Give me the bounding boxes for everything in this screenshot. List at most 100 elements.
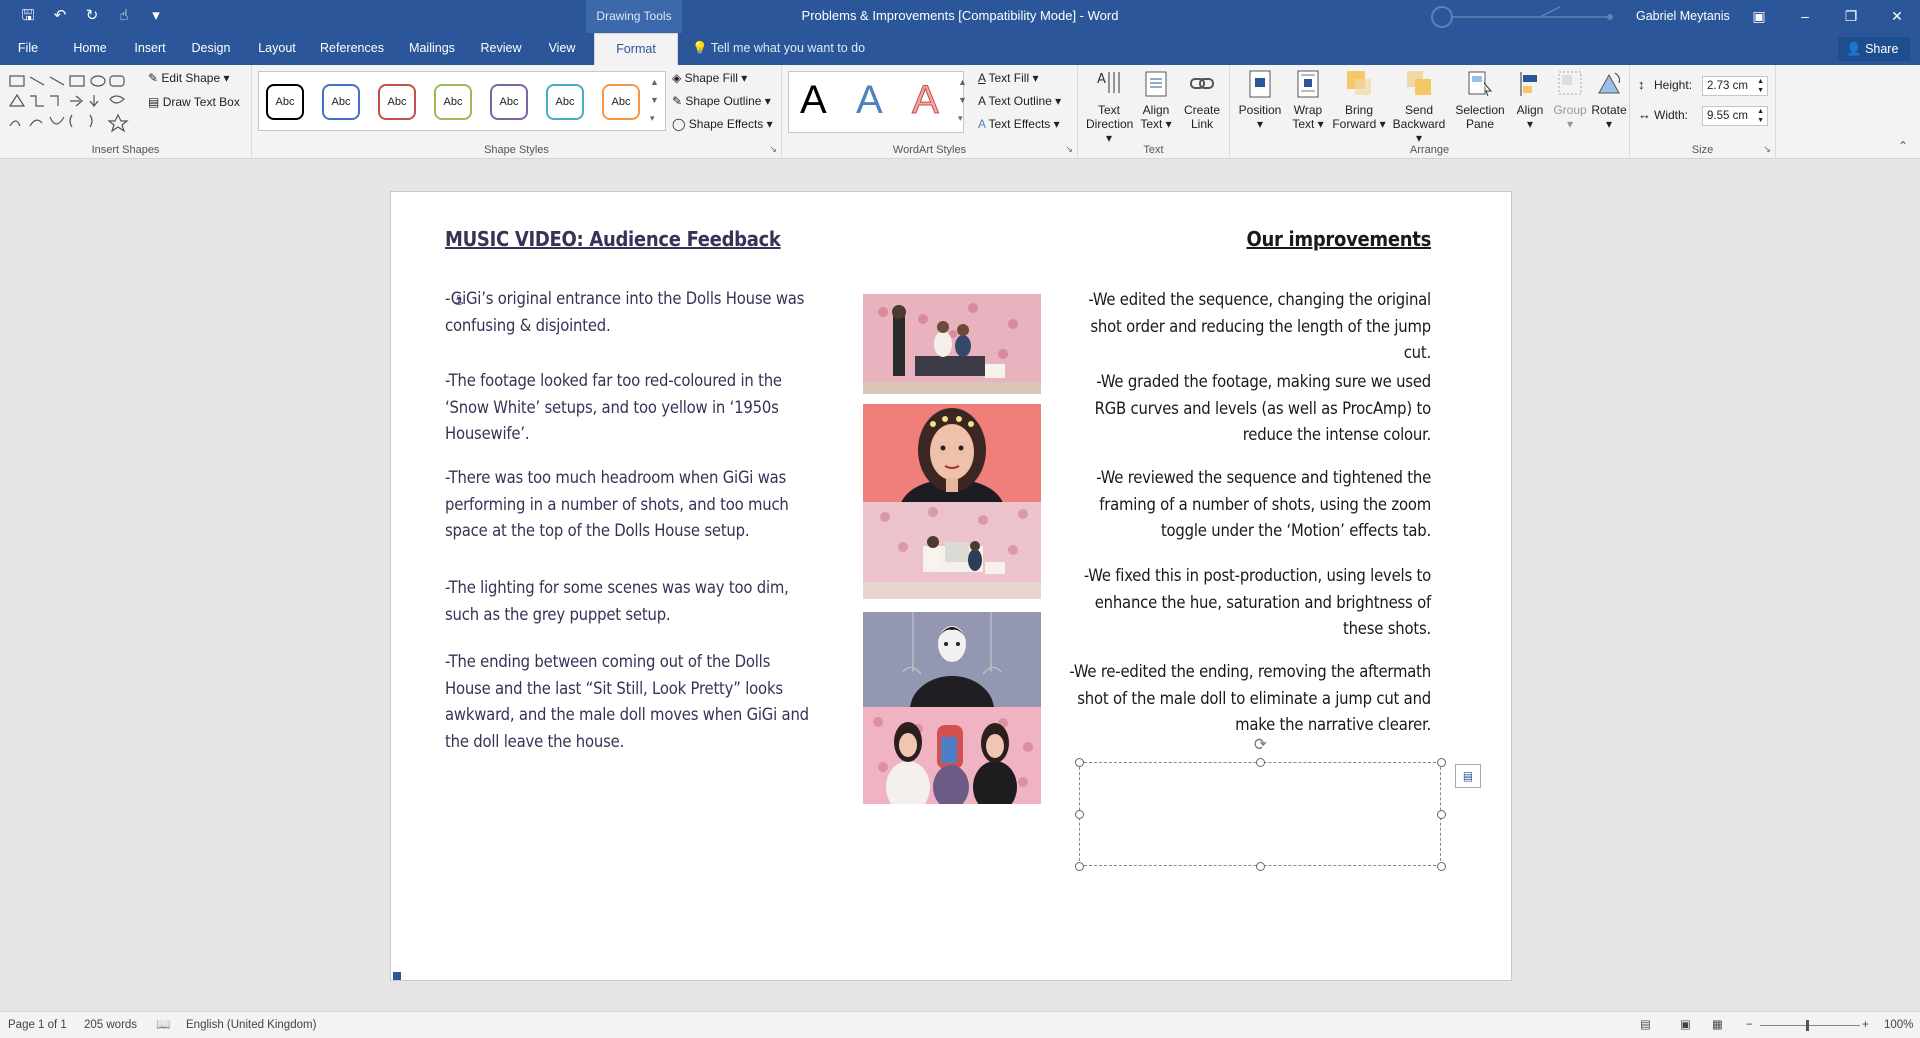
group-label: Group [1553,103,1587,117]
tab-format[interactable]: Format [594,33,678,65]
proofing-icon[interactable]: 📖 [156,1012,170,1038]
tell-me-search[interactable]: 💡 Tell me what you want to do [692,33,865,64]
thumbnail-ending-shot[interactable] [863,707,1041,804]
group-button[interactable]: Group ▾ [1550,69,1590,131]
rotate-handle-icon[interactable]: ⟳ [1254,732,1267,759]
width-input[interactable]: 9.55 cm ▲ ▼ [1702,106,1768,126]
shape-style-blue[interactable]: Abc [322,84,360,120]
tab-review[interactable]: Review [476,33,526,65]
close-icon[interactable]: ✕ [1874,0,1920,33]
width-spinner-icon[interactable]: ▲ ▼ [1757,107,1764,125]
improvement-5[interactable]: -We re-edited the ending, removing the a… [1061,659,1431,739]
wordart-style-blue[interactable]: A [856,75,883,125]
wordart-scroll-icon[interactable]: ▲ ▼ ▾ [958,73,967,127]
page-count[interactable]: Page 1 of 1 [8,1012,67,1038]
tab-file[interactable]: File [10,33,46,65]
shape-style-red[interactable]: Abc [378,84,416,120]
window-controls: ▣ – ❐ ✕ [1736,0,1920,33]
edit-shape-button[interactable]: ✎ Edit Shape ▾ [148,71,229,85]
redo-icon[interactable]: ↻ [82,6,102,26]
shape-style-aqua[interactable]: Abc [546,84,584,120]
read-mode-icon[interactable]: ▤ [1640,1012,1651,1038]
resize-handle-bottom[interactable] [1256,862,1265,871]
word-count[interactable]: 205 words [84,1012,137,1038]
selection-pane-button[interactable]: Selection Pane [1452,69,1508,131]
restore-icon[interactable]: ❐ [1828,0,1874,33]
zoom-out-icon[interactable]: − [1746,1012,1753,1038]
thumbnail-red-close-up[interactable] [863,404,1041,504]
ribbon-display-options-icon[interactable]: ▣ [1736,0,1782,33]
group-objects-icon [1558,71,1582,95]
save-icon[interactable]: 🖫 [18,6,38,26]
text-fill-button[interactable]: A Text Fill ▾ [978,71,1039,85]
size-launcher-icon[interactable]: ↘ [1763,144,1771,155]
shape-styles-scroll-icon[interactable]: ▲ ▼ ▾ [650,73,659,127]
text-direction-button[interactable]: A Text Direction ▾ [1086,69,1133,145]
tab-insert[interactable]: Insert [128,33,172,65]
resize-handle-bottom-left[interactable] [1075,862,1084,871]
collapse-ribbon-icon[interactable]: ⌃ [1898,139,1908,153]
person-icon: 👤 [1846,42,1862,56]
align-button[interactable]: Align ▾ [1510,69,1550,131]
print-layout-icon[interactable]: ▣ [1680,1012,1691,1038]
create-link-button[interactable]: Create Link [1180,69,1224,131]
selected-text-box[interactable] [1079,762,1441,866]
customize-icon[interactable]: ▾ [146,6,166,26]
undo-icon[interactable]: ↶ [50,6,70,26]
text-effects-button[interactable]: A Text Effects ▾ [978,117,1060,131]
touch-mode-icon[interactable]: ☝ [114,6,134,26]
shape-style-green[interactable]: Abc [434,84,472,120]
layout-options-icon[interactable]: ▤ [1455,764,1481,788]
shape-outline-button[interactable]: ✎ Shape Outline ▾ [672,94,771,108]
wrap-text-icon [1297,70,1319,98]
shape-effects-button[interactable]: ◯ Shape Effects ▾ [672,117,773,131]
tab-design[interactable]: Design [186,33,236,65]
zoom-slider-thumb[interactable] [1806,1020,1809,1031]
resize-handle-right[interactable] [1437,810,1446,819]
wordart-style-black[interactable]: A [800,75,827,125]
resize-handle-left[interactable] [1075,810,1084,819]
resize-handle-bottom-right[interactable] [1437,862,1446,871]
tab-mailings[interactable]: Mailings [402,33,462,65]
tab-references[interactable]: References [316,33,388,65]
thumbnail-headroom-shot[interactable] [863,502,1041,599]
zoom-in-icon[interactable]: + [1862,1012,1869,1038]
send-backward-button[interactable]: Send Backward ▾ [1388,69,1450,145]
height-input[interactable]: 2.73 cm ▲ ▼ [1702,76,1768,96]
share-button[interactable]: 👤 Share [1838,37,1910,61]
tab-home[interactable]: Home [68,33,112,65]
position-button[interactable]: Position ▾ [1236,69,1284,131]
shape-style-orange[interactable]: Abc [602,84,640,120]
shape-style-purple[interactable]: Abc [490,84,528,120]
document-page[interactable]: MUSIC VIDEO: Audience Feedback Our impro… [390,191,1512,981]
resize-handle-top[interactable] [1256,758,1265,767]
shape-style-black[interactable]: Abc [266,84,304,120]
height-spinner-icon[interactable]: ▲ ▼ [1757,77,1764,95]
thumbnail-dollhouse-entrance[interactable] [863,294,1041,394]
tab-view[interactable]: View [540,33,584,65]
user-name[interactable]: Gabriel Meytanis [1636,0,1730,32]
web-layout-icon[interactable]: ▦ [1712,1012,1723,1038]
zoom-slider[interactable] [1760,1025,1860,1026]
shape-styles-launcher-icon[interactable]: ↘ [769,144,777,155]
shape-fill-button[interactable]: ◈ Shape Fill ▾ [672,71,747,85]
bring-forward-button[interactable]: Bring Forward ▾ [1332,69,1386,131]
zoom-level[interactable]: 100% [1884,1012,1913,1038]
resize-handle-top-right[interactable] [1437,758,1446,767]
shapes-gallery-icon[interactable] [6,71,138,135]
thumbnail-grey-puppet[interactable] [863,612,1041,707]
resize-handle-top-left[interactable] [1075,758,1084,767]
wordart-style-outline[interactable]: A [912,75,940,125]
align-text-button[interactable]: Align Text ▾ [1134,69,1178,131]
wordart-launcher-icon[interactable]: ↘ [1065,144,1073,155]
insert-shapes-group-label: Insert Shapes [91,144,160,156]
arrange-group-label: Arrange [1409,144,1450,156]
minimize-icon[interactable]: – [1782,0,1828,33]
selection-pane-icon [1468,71,1493,97]
tab-layout[interactable]: Layout [252,33,302,65]
draw-text-box-button[interactable]: ▤ Draw Text Box [148,95,240,109]
language[interactable]: English (United Kingdom) [186,1012,316,1038]
wrap-text-button[interactable]: Wrap Text ▾ [1286,69,1330,131]
text-outline-button[interactable]: A Text Outline ▾ [978,94,1061,108]
rotate-button[interactable]: Rotate ▾ [1588,69,1630,131]
